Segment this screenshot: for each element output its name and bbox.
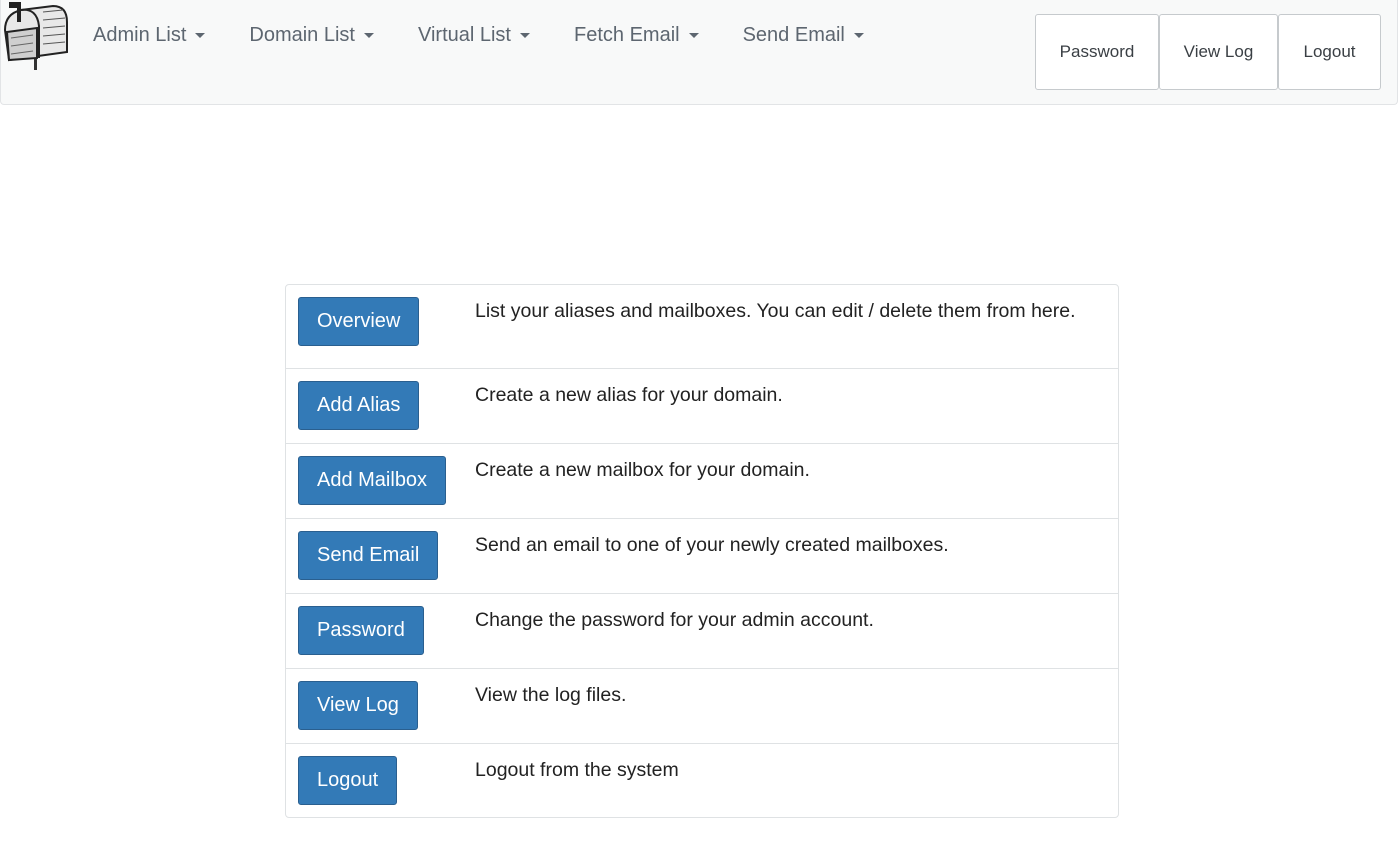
caret-down-icon [853, 33, 864, 38]
list-item-password: Password Change the password for your ad… [286, 593, 1118, 668]
menu-panel: Overview List your aliases and mailboxes… [285, 284, 1119, 818]
header-password-button[interactable]: Password [1035, 14, 1159, 90]
list-item-logout: Logout Logout from the system [286, 743, 1118, 817]
add-mailbox-description: Create a new mailbox for your domain. [475, 459, 810, 481]
send-email-button[interactable]: Send Email [298, 531, 439, 580]
password-description: Change the password for your admin accou… [475, 609, 874, 631]
menu-label: Fetch Email [574, 24, 680, 46]
send-email-description: Send an email to one of your newly creat… [475, 534, 949, 556]
list-item-view-log: View Log View the log files. [286, 668, 1118, 743]
menu-label: Admin List [93, 24, 187, 46]
menu-send-email[interactable]: Send Email [743, 24, 864, 47]
caret-down-icon [520, 33, 530, 38]
caret-down-icon [688, 33, 699, 38]
add-alias-description: Create a new alias for your domain. [475, 384, 783, 406]
view-log-button[interactable]: View Log [298, 681, 418, 730]
main-menu: Admin List Domain List Virtual List Fetc… [93, 24, 864, 47]
mailbox-logo-icon[interactable] [1, 0, 73, 72]
menu-fetch-email[interactable]: Fetch Email [574, 24, 699, 47]
overview-button[interactable]: Overview [298, 297, 420, 346]
logout-button[interactable]: Logout [298, 756, 398, 805]
menu-label: Domain List [249, 24, 355, 46]
top-navbar: Admin List Domain List Virtual List Fetc… [0, 0, 1398, 105]
list-item-overview: Overview List your aliases and mailboxes… [286, 285, 1118, 368]
menu-admin-list[interactable]: Admin List [93, 24, 206, 47]
header-actions: Password View Log Logout [1035, 14, 1381, 90]
menu-label: Virtual List [417, 24, 511, 46]
menu-label: Send Email [742, 24, 845, 46]
list-item-add-alias: Add Alias Create a new alias for your do… [286, 368, 1118, 443]
overview-description: List your aliases and mailboxes. You can… [475, 300, 1076, 322]
logout-description: Logout from the system [475, 759, 679, 781]
menu-domain-list[interactable]: Domain List [249, 24, 374, 47]
caret-down-icon [363, 33, 374, 38]
view-log-description: View the log files. [475, 684, 627, 706]
menu-virtual-list[interactable]: Virtual List [418, 24, 530, 47]
caret-down-icon [195, 33, 206, 38]
add-mailbox-button[interactable]: Add Mailbox [298, 456, 447, 505]
header-view-log-button[interactable]: View Log [1159, 14, 1278, 90]
add-alias-button[interactable]: Add Alias [298, 381, 420, 430]
header-logout-button[interactable]: Logout [1278, 14, 1381, 90]
list-item-send-email: Send Email Send an email to one of your … [286, 518, 1118, 593]
list-item-add-mailbox: Add Mailbox Create a new mailbox for you… [286, 443, 1118, 518]
password-button[interactable]: Password [298, 606, 424, 655]
